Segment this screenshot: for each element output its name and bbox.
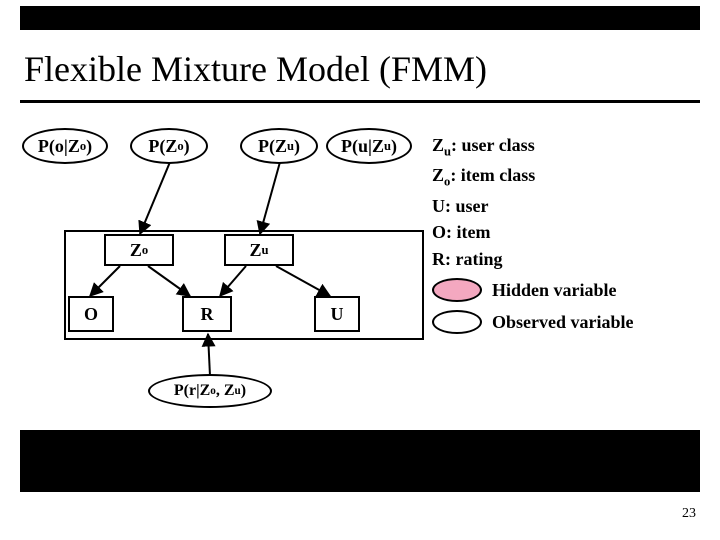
top-band xyxy=(20,6,700,30)
node-p-u-given-zu: P(u|Zu) xyxy=(326,128,412,164)
legend-hidden-label: Hidden variable xyxy=(492,279,617,302)
hidden-variable-icon xyxy=(432,278,482,302)
legend-observed-row: Observed variable xyxy=(432,310,712,334)
legend-zo: Zo: item class xyxy=(432,164,712,190)
page-number: 23 xyxy=(682,506,696,522)
legend-observed-label: Observed variable xyxy=(492,311,634,334)
node-zo: Zo xyxy=(104,234,174,266)
legend-u: U: user xyxy=(432,195,712,218)
node-p-zu: P(Zu) xyxy=(240,128,318,164)
slide-title: Flexible Mixture Model (FMM) xyxy=(24,48,696,90)
node-p-o-given-zo: P(o|Zo) xyxy=(22,128,108,164)
title-container: Flexible Mixture Model (FMM) xyxy=(20,46,700,103)
observed-variable-icon xyxy=(432,310,482,334)
node-u: U xyxy=(314,296,360,332)
legend-zu: Zu: user class xyxy=(432,134,712,160)
legend-o: O: item xyxy=(432,221,712,244)
bottom-band xyxy=(20,430,700,492)
node-o: O xyxy=(68,296,114,332)
node-p-r-given-zo-zu: P(r|Zo, Zu) xyxy=(148,374,272,408)
node-zu: Zu xyxy=(224,234,294,266)
legend-hidden-row: Hidden variable xyxy=(432,278,712,302)
legend: Zu: user class Zo: item class U: user O:… xyxy=(432,134,712,338)
node-r: R xyxy=(182,296,232,332)
legend-r: R: rating xyxy=(432,248,712,271)
node-p-zo: P(Zo) xyxy=(130,128,208,164)
